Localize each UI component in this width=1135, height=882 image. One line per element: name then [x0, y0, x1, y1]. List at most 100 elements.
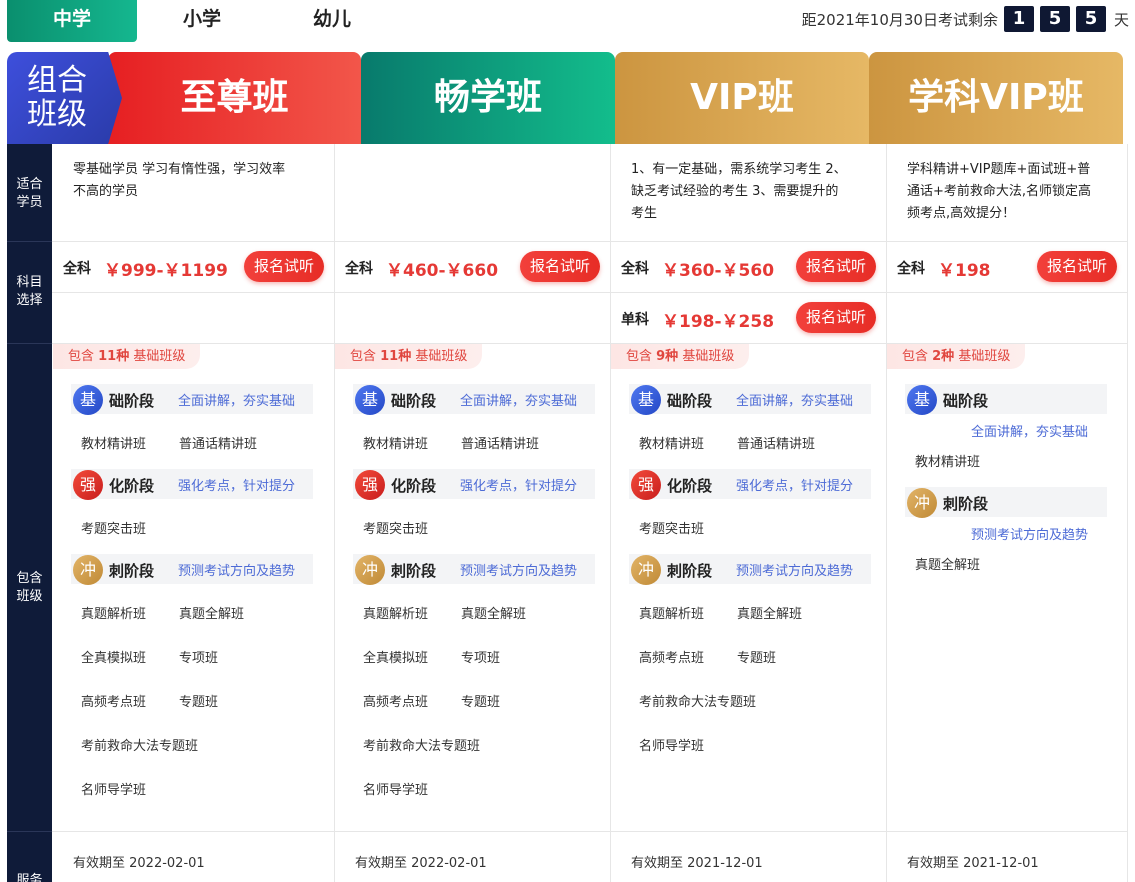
class-item: 考题突击班 — [363, 522, 429, 537]
row-label-service: 服务 — [16, 873, 43, 882]
tab-middle-school[interactable]: 中学 — [7, 0, 137, 42]
signup-trial-button[interactable]: 报名试听 — [1037, 251, 1117, 282]
class-item: 名师导学班 — [363, 783, 429, 798]
valid-until: 有效期至 2022-02-01 — [73, 856, 205, 871]
class-item: 考前救命大法专题班 — [81, 739, 199, 754]
signup-trial-button[interactable]: 报名试听 — [244, 251, 324, 282]
sprint-badge-icon: 冲 — [73, 555, 103, 585]
class-item: 教材精讲班 — [639, 437, 705, 452]
stage-desc: 全面讲解，夯实基础 — [971, 425, 1089, 440]
class-item: 名师导学班 — [639, 739, 705, 754]
class-item: 教材精讲班 — [81, 437, 147, 452]
stage-desc: 全面讲解，夯实基础 — [178, 394, 296, 409]
stage-sprint: 冲 刺阶段 预测考试方向及趋势 — [629, 554, 871, 585]
valid-until: 有效期至 2021-12-01 — [631, 856, 763, 871]
price-value: ￥198-￥258 — [662, 312, 775, 332]
tab-kindergarten[interactable]: 幼儿 — [272, 0, 392, 42]
price-value: ￥198 — [938, 261, 991, 281]
strong-badge-icon: 强 — [631, 470, 661, 500]
stage-strong: 强 化阶段 强化考点，针对提分 — [71, 469, 313, 500]
stage-desc: 预测考试方向及趋势 — [460, 564, 578, 579]
basic-badge-icon: 基 — [355, 385, 385, 415]
class-item: 真题解析班 — [639, 607, 705, 622]
stage-sprint: 冲 刺阶段 预测考试方向及趋势 — [71, 554, 313, 585]
fit-description: 1、有一定基础，需系统学习考生 2、 缺乏考试经验的考生 3、需要提升的 考生 — [631, 162, 847, 221]
class-item: 真题全解班 — [915, 558, 981, 573]
class-item: 普通话精讲班 — [179, 437, 258, 452]
stage-desc: 预测考试方向及趋势 — [178, 564, 296, 579]
stage-sprint: 冲 刺阶段 预测考试方向及趋势 — [353, 554, 595, 585]
stage-desc: 强化考点，针对提分 — [178, 479, 296, 494]
price-label: 全科 — [897, 261, 925, 277]
include-count-tag: 包含 11种 基础班级 — [53, 344, 201, 369]
package-title: 学科VIP班 — [908, 77, 1084, 118]
stage-desc: 预测考试方向及趋势 — [971, 528, 1089, 543]
price-value: ￥360-￥560 — [662, 261, 775, 281]
stage-strong: 强 化阶段 强化考点，针对提分 — [629, 469, 871, 500]
class-item: 高频考点班 — [363, 695, 429, 710]
stage-basic: 基 础阶段 全面讲解，夯实基础 — [71, 384, 313, 415]
stage-name: 础阶段 — [943, 392, 989, 410]
class-item: 全真模拟班 — [363, 651, 429, 666]
class-item: 考前救命大法专题班 — [363, 739, 481, 754]
stage-name: 刺阶段 — [943, 495, 989, 513]
logo-line: 组合 — [27, 63, 87, 98]
class-item: 考题突击班 — [81, 522, 147, 537]
stage-desc: 全面讲解，夯实基础 — [460, 394, 578, 409]
tab-primary-school[interactable]: 小学 — [142, 0, 262, 42]
signup-trial-button[interactable]: 报名试听 — [796, 251, 876, 282]
class-item: 名师导学班 — [81, 783, 147, 798]
stage-desc: 强化考点，针对提分 — [736, 479, 854, 494]
include-count-tag: 包含 9种 基础班级 — [611, 344, 750, 369]
countdown-digit: 5 — [1075, 6, 1106, 32]
basic-badge-icon: 基 — [73, 385, 103, 415]
stage-name: 刺阶段 — [391, 562, 437, 580]
sprint-badge-icon: 冲 — [907, 488, 937, 518]
class-item: 全真模拟班 — [81, 651, 147, 666]
package-title: VIP班 — [690, 77, 794, 118]
stage-name: 础阶段 — [109, 392, 155, 410]
package-header-supreme: 至尊班 — [108, 52, 361, 144]
class-item: 专题班 — [737, 651, 777, 666]
package-header-changxue: 畅学班 — [361, 52, 615, 144]
include-count-tag: 包含 11种 基础班级 — [335, 344, 483, 369]
include-count-tag: 包含 2种 基础班级 — [887, 344, 1026, 369]
stage-name: 础阶段 — [667, 392, 713, 410]
row-label-column: 适合 学员 科目 选择 包含 班级 服务 — [7, 144, 52, 882]
basic-badge-icon: 基 — [907, 385, 937, 415]
stage-name: 刺阶段 — [667, 562, 713, 580]
class-item: 高频考点班 — [81, 695, 147, 710]
signup-trial-button[interactable]: 报名试听 — [796, 302, 876, 333]
valid-until: 有效期至 2021-12-01 — [907, 856, 1039, 871]
class-item: 考题突击班 — [639, 522, 705, 537]
stage-basic: 基 础阶段 全面讲解，夯实基础 — [629, 384, 871, 415]
class-item: 专题班 — [461, 695, 501, 710]
stage-name: 化阶段 — [109, 477, 155, 495]
stage-name: 础阶段 — [391, 392, 437, 410]
fit-description: 学科精讲+VIP题库+面试班+普 通话+考前救命大法,名师锁定高 频考点,高效提分！ — [907, 162, 1092, 221]
stage-desc: 强化考点，针对提分 — [460, 479, 578, 494]
stage-sprint: 冲 刺阶段 — [905, 487, 1107, 518]
signup-trial-button[interactable]: 报名试听 — [520, 251, 600, 282]
class-item: 普通话精讲班 — [737, 437, 816, 452]
strong-badge-icon: 强 — [355, 470, 385, 500]
package-title: 畅学班 — [433, 77, 542, 118]
price-label: 全科 — [621, 261, 649, 277]
price-value: ￥999-￥1199 — [104, 261, 228, 281]
price-label: 全科 — [63, 261, 91, 277]
price-label: 全科 — [345, 261, 373, 277]
combo-class-logo: 组合 班级 — [7, 52, 122, 144]
sprint-badge-icon: 冲 — [631, 555, 661, 585]
class-item: 真题解析班 — [81, 607, 147, 622]
stage-basic: 基 础阶段 — [905, 384, 1107, 415]
class-item: 专项班 — [179, 651, 219, 666]
countdown-text: 距2021年10月30日考试剩余 — [801, 10, 998, 29]
stage-name: 刺阶段 — [109, 562, 155, 580]
stage-desc: 全面讲解，夯实基础 — [736, 394, 854, 409]
basic-badge-icon: 基 — [631, 385, 661, 415]
valid-until: 有效期至 2022-02-01 — [355, 856, 487, 871]
stage-name: 化阶段 — [667, 477, 713, 495]
class-item: 高频考点班 — [639, 651, 705, 666]
class-item: 教材精讲班 — [915, 455, 981, 470]
sprint-badge-icon: 冲 — [355, 555, 385, 585]
